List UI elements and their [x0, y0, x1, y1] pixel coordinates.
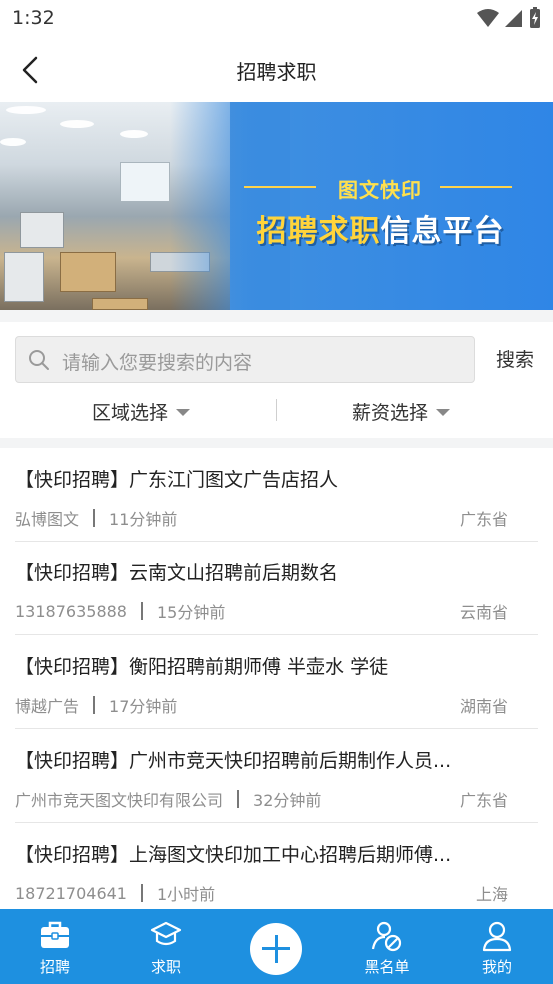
- banner-rule-left: [244, 186, 316, 188]
- search-input[interactable]: 请输入您要搜索的内容: [15, 336, 475, 383]
- banner-title-rest: 信息平台: [380, 214, 505, 249]
- recruitment-page: 1:32 招聘求职 图文快印 招聘求职信息平台 请输入您要搜索的内容 搜索 区域…: [0, 0, 553, 984]
- caret-down-icon: [436, 408, 451, 416]
- region-filter-label: 区域选择: [92, 401, 169, 424]
- nav-label-job-seek: 求职: [150, 958, 181, 976]
- meta-divider: [93, 696, 96, 714]
- listing-region: 上海: [475, 885, 508, 904]
- listing-region: 湖南省: [459, 697, 508, 716]
- listing-title: 【快印招聘】广东江门图文广告店招人: [15, 469, 339, 491]
- add-post-button[interactable]: [250, 923, 302, 975]
- nav-label-blacklist: 黑名单: [364, 958, 410, 976]
- list-item[interactable]: 【快印招聘】广东江门图文广告店招人 弘博图文 11分钟前 广东省: [15, 450, 538, 542]
- listing-time: 11分钟前: [109, 510, 178, 529]
- nav-label-profile: 我的: [481, 958, 512, 976]
- blocked-user-icon: [371, 921, 402, 952]
- wifi-icon: [477, 9, 499, 27]
- listing-company: 18721704641: [15, 883, 127, 903]
- briefcase-icon: [41, 921, 69, 948]
- banner-title-highlight: 招聘求职: [256, 214, 381, 249]
- listing-title: 【快印招聘】上海图文快印加工中心招聘后期师傅...: [15, 844, 452, 866]
- listing-time: 1小时前: [156, 885, 216, 904]
- page-title: 招聘求职: [236, 60, 317, 84]
- listing-title: 【快印招聘】衡阳招聘前期师傅 半壶水 学徒: [15, 656, 389, 678]
- banner-title: 招聘求职信息平台: [243, 206, 518, 250]
- battery-icon: [530, 7, 540, 28]
- search-button[interactable]: 搜索: [496, 345, 534, 372]
- status-time: 1:32: [12, 7, 55, 29]
- listing-company: 博越广告: [15, 697, 80, 716]
- status-icons: [477, 7, 541, 29]
- meta-divider: [140, 602, 143, 620]
- nav-item-job-seek[interactable]: 求职: [121, 909, 211, 984]
- banner[interactable]: 图文快印 招聘求职信息平台: [0, 102, 553, 310]
- search-icon: [29, 350, 49, 370]
- listing-region: 广东省: [459, 791, 508, 810]
- separator: [0, 310, 553, 322]
- listing-meta: 博越广告 17分钟前: [15, 693, 177, 717]
- separator: [0, 438, 553, 448]
- nav-item-blacklist[interactable]: 黑名单: [342, 909, 432, 984]
- listing-title: 【快印招聘】云南文山招聘前后期数名: [15, 562, 339, 584]
- banner-rule-right: [440, 186, 512, 188]
- status-bar: 1:32: [0, 0, 553, 38]
- search-placeholder: 请输入您要搜索的内容: [62, 352, 253, 374]
- nav-item-recruit[interactable]: 招聘: [10, 909, 100, 984]
- nav-label-recruit: 招聘: [39, 958, 70, 976]
- list-item[interactable]: 【快印招聘】衡阳招聘前期师傅 半壶水 学徒 博越广告 17分钟前 湖南省: [15, 637, 538, 729]
- listing-company: 13187635888: [15, 601, 127, 621]
- filter-divider: [276, 399, 277, 421]
- listing-time: 32分钟前: [253, 791, 322, 810]
- listing-time: 17分钟前: [109, 697, 178, 716]
- caret-down-icon: [176, 408, 191, 416]
- salary-filter[interactable]: 薪资选择: [352, 396, 451, 426]
- listing-title: 【快印招聘】广州市竞天快印招聘前后期制作人员...: [15, 750, 452, 772]
- list-item[interactable]: 【快印招聘】上海图文快印加工中心招聘后期师傅... 18721704641 1小…: [15, 825, 538, 917]
- listing-region: 云南省: [459, 603, 508, 622]
- bottom-nav: 招聘 求职 黑名单 我的: [0, 909, 553, 984]
- graduation-cap-icon: [150, 921, 182, 946]
- listing-company: 广州市竞天图文快印有限公司: [15, 791, 224, 810]
- salary-filter-label: 薪资选择: [352, 401, 429, 424]
- listing-meta: 广州市竞天图文快印有限公司 32分钟前: [15, 787, 321, 811]
- meta-divider: [140, 884, 143, 902]
- listing-company: 弘博图文: [15, 510, 80, 529]
- listing-region: 广东省: [459, 510, 508, 529]
- signal-icon: [505, 10, 522, 27]
- meta-divider: [237, 790, 240, 808]
- nav-item-profile[interactable]: 我的: [452, 909, 542, 984]
- meta-divider: [93, 509, 96, 527]
- region-filter[interactable]: 区域选择: [92, 396, 191, 426]
- list-item[interactable]: 【快印招聘】广州市竞天快印招聘前后期制作人员... 广州市竞天图文快印有限公司 …: [15, 731, 538, 823]
- listing-meta: 弘博图文 11分钟前: [15, 506, 177, 530]
- listing-time: 15分钟前: [156, 603, 226, 622]
- list-item[interactable]: 【快印招聘】云南文山招聘前后期数名 13187635888 15分钟前 云南省: [15, 543, 538, 635]
- listing-meta: 13187635888 15分钟前: [15, 599, 225, 623]
- banner-subtitle: 图文快印: [338, 178, 422, 202]
- listing-meta: 18721704641 1小时前: [15, 881, 215, 905]
- user-icon: [482, 921, 512, 952]
- header: 招聘求职: [0, 38, 553, 102]
